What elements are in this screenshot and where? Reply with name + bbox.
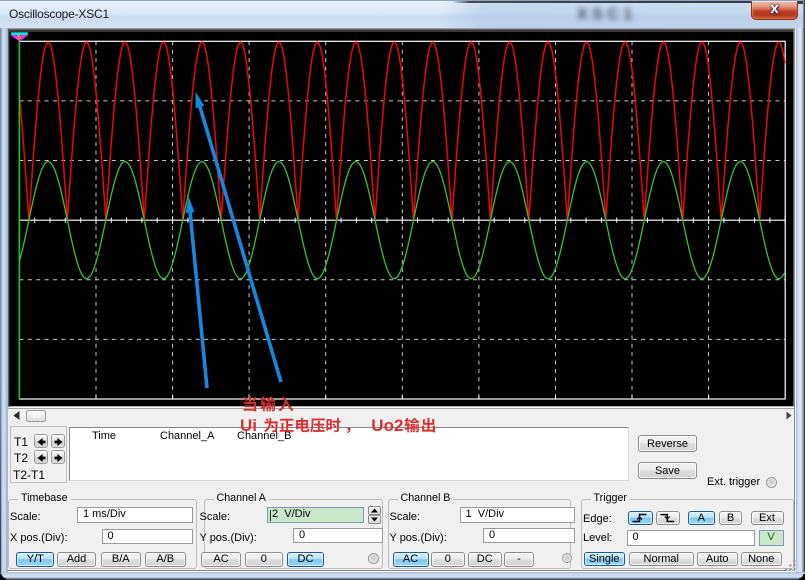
svg-text:Ui: Ui: [240, 416, 257, 435]
svg-text:Uo2: Uo2: [371, 416, 403, 435]
